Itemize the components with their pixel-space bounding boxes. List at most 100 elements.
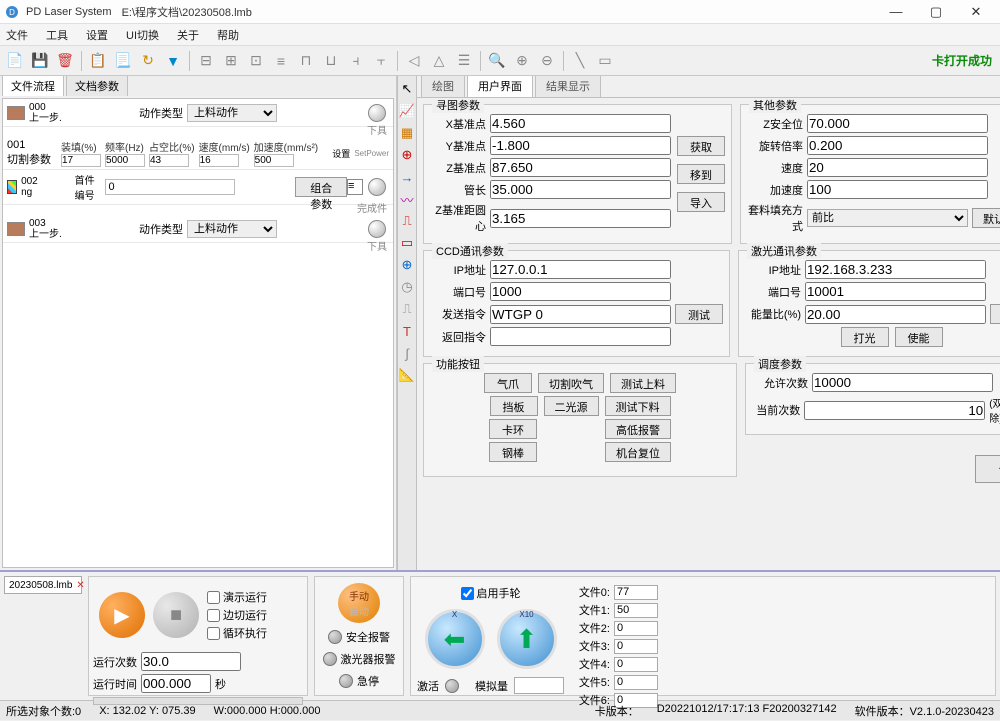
list-icon[interactable]: ≡ [347,179,363,195]
grid-icon[interactable]: ▦ [398,124,416,142]
setting-link[interactable]: 设置 [332,147,350,160]
file1-input[interactable] [614,603,658,618]
file3-input[interactable] [614,639,658,654]
run-count-input[interactable] [141,652,241,671]
menu-setting[interactable]: 设置 [86,27,108,43]
minimize-button[interactable]: — [876,0,916,24]
jog-x10-dial[interactable]: X10⬆ [497,609,557,669]
fill-input[interactable] [61,154,101,167]
ccd-send-input[interactable] [490,305,671,324]
tb-rotate-icon[interactable]: ↻ [137,50,159,72]
wave-icon[interactable]: 〰 [398,190,416,208]
light-button[interactable]: 打光 [841,327,889,347]
tb-rect-icon[interactable]: ▭ [594,50,616,72]
file-chip[interactable]: 20230508.lmb✕ [4,576,82,594]
ccd-ip-input[interactable] [490,260,671,279]
enable-handwheel-checkbox[interactable]: 启用手轮 [461,585,521,601]
ccd-port-input[interactable] [490,282,671,301]
mode-toggle[interactable]: 手动自动 [338,583,380,623]
laser-port-input[interactable] [805,282,986,301]
alarm-button[interactable]: 高低报警 [605,419,671,439]
light2-button[interactable]: 二光源 [544,396,599,416]
sim-input[interactable] [514,677,564,694]
ccd-test-button[interactable]: 测试 [675,304,723,324]
loop-checkbox[interactable]: 循环执行 [207,625,267,641]
tb-a2-icon[interactable]: ⊞ [220,50,242,72]
play-button[interactable]: ▶ [99,592,145,638]
x-base-input[interactable] [490,114,671,133]
close-button[interactable]: ✕ [956,0,996,24]
tb-a3-icon[interactable]: ⊡ [245,50,267,72]
step-row-001[interactable]: 001切割参数 装填(%) 频率(Hz) 占空比(%) 速度(mm/s) 加速度… [3,137,393,170]
tb-a11-icon[interactable]: ☰ [453,50,475,72]
move-button[interactable]: 移到 [677,164,725,184]
tube-len-input[interactable] [490,180,671,199]
y-base-input[interactable] [490,136,671,155]
import-button[interactable]: 导入 [677,192,725,212]
tab-draw[interactable]: 绘图 [421,74,465,97]
tb-delete-icon[interactable]: 🗑 [54,50,76,72]
reset-button[interactable]: 机台复位 [605,442,671,462]
tb-line-icon[interactable]: ╲ [569,50,591,72]
op-select[interactable]: 上料动作 [187,220,277,238]
baffle-button[interactable]: 挡板 [490,396,538,416]
tb-new-icon[interactable]: 📄 [4,50,26,72]
laser-ip-input[interactable] [805,260,986,279]
target-icon[interactable]: ⊕ [398,146,416,164]
tab-ui[interactable]: 用户界面 [467,74,533,97]
test-unload-button[interactable]: 测试下料 [605,396,671,416]
default-param-button[interactable]: 默认参数 [972,208,1000,228]
pulse-icon[interactable]: ⎍ [398,212,416,230]
right-arrow-icon[interactable]: → [398,168,416,186]
op-select[interactable]: 上料动作 [187,104,277,122]
file0-input[interactable] [614,585,658,600]
combo-param-button[interactable]: 组合参数 [295,177,347,197]
step-row-003[interactable]: 003上一步. 动作类型 上料动作 [3,215,393,243]
chart-icon[interactable]: 📈 [398,102,416,120]
tb-save-icon[interactable]: 💾 [29,50,51,72]
stop-button[interactable]: ■ [153,592,199,638]
ccd-recv-input[interactable] [490,327,671,346]
arrow-icon[interactable]: ↖ [398,80,416,98]
z-dist-input[interactable] [490,209,671,228]
rod-button[interactable]: 钢棒 [489,442,537,462]
menu-tool[interactable]: 工具 [46,27,68,43]
square-wave-icon[interactable]: ⎍ [398,300,416,318]
claw-button[interactable]: 气爪 [484,373,532,393]
menu-help[interactable]: 帮助 [217,27,239,43]
get-button[interactable]: 获取 [677,136,725,156]
maximize-button[interactable]: ▢ [916,0,956,24]
save-button[interactable]: 保存 [975,455,1000,483]
energy-input[interactable] [805,305,986,324]
text-icon[interactable]: T [398,322,416,340]
tb-a10-icon[interactable]: △ [428,50,450,72]
run-time-input[interactable] [141,674,211,693]
clamp-button[interactable]: 卡环 [489,419,537,439]
file2-input[interactable] [614,621,658,636]
tb-doc-icon[interactable]: 📃 [112,50,134,72]
tb-zoom-icon[interactable]: 🔍 [486,50,508,72]
tb-a7-icon[interactable]: ⫞ [345,50,367,72]
file5-input[interactable] [614,675,658,690]
fill-mode-select[interactable]: 前比 [807,209,968,227]
duty-input[interactable] [149,154,189,167]
file4-input[interactable] [614,657,658,672]
speed-input[interactable] [199,154,239,167]
speed-input[interactable] [807,158,988,177]
jog-x-dial[interactable]: X⬅ [425,609,485,669]
firstnum-input[interactable] [105,179,235,195]
circle-cross-icon[interactable]: ⊕ [398,256,416,274]
curr-count-input[interactable] [804,401,985,420]
freq-input[interactable] [105,154,145,167]
menu-ui[interactable]: UI切换 [126,27,159,43]
tb-clip-icon[interactable]: 📋 [87,50,109,72]
curve-icon[interactable]: ∫ [398,344,416,362]
clock-icon[interactable]: ◷ [398,278,416,296]
step-row-002[interactable]: 002ng 首件编号 组合参数 ≡ [3,170,393,205]
tab-file-flow[interactable]: 文件流程 [2,75,64,96]
ruler-icon[interactable]: 📐 [398,366,416,384]
menu-file[interactable]: 文件 [6,27,28,43]
accel-input[interactable] [807,180,988,199]
laser-set-button[interactable]: 设置 [990,304,1000,324]
blow-button[interactable]: 切割吹气 [538,373,604,393]
